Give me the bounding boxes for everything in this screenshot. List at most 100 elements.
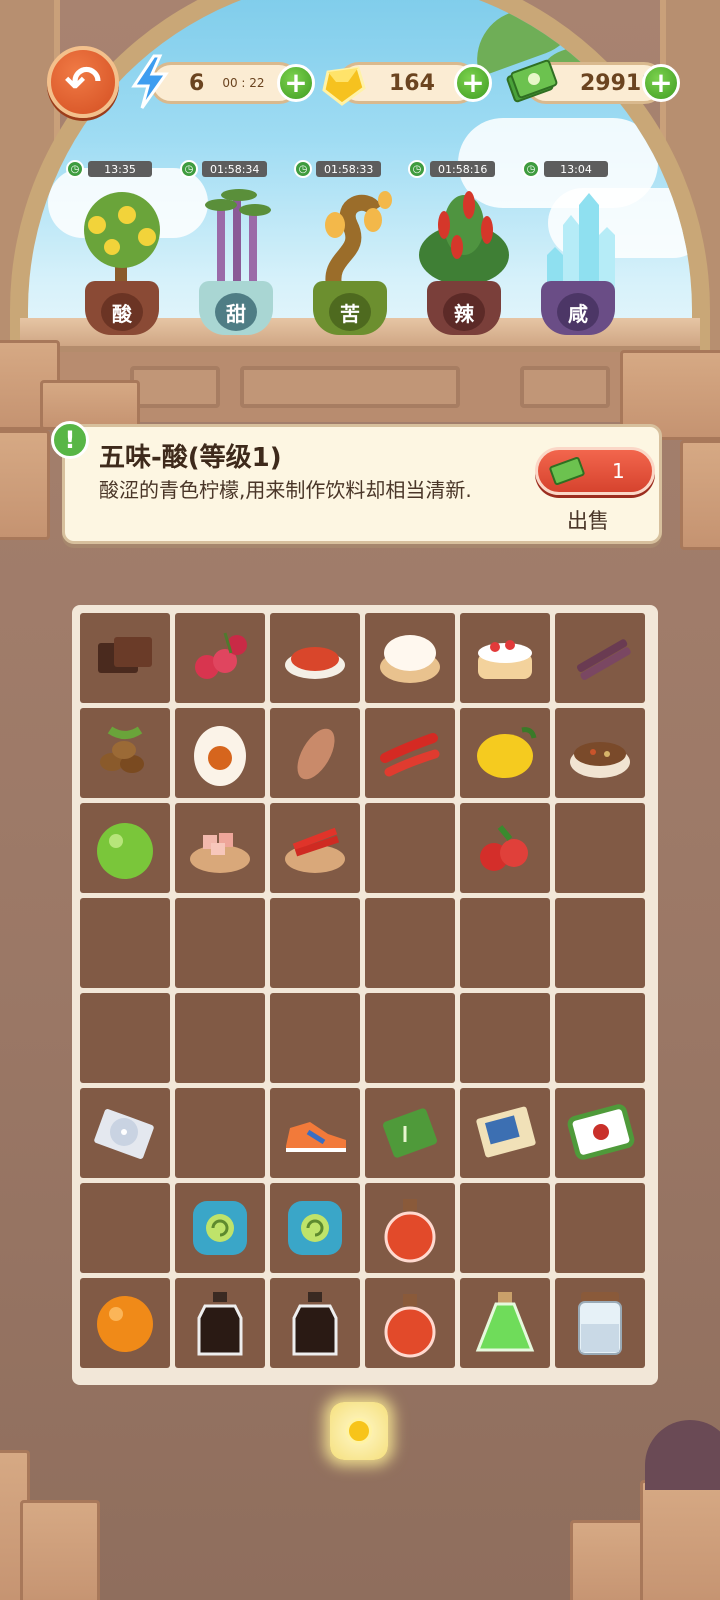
cash-add-button[interactable]: + [642, 64, 680, 102]
inventory-slot[interactable] [365, 708, 455, 798]
clock-icon: ◷ [180, 160, 198, 178]
lychee-icon[interactable] [185, 623, 255, 693]
green-potion-icon[interactable] [470, 1288, 540, 1358]
inventory-slot[interactable] [460, 613, 550, 703]
diced-meat-icon[interactable] [185, 813, 255, 883]
inventory-slot[interactable] [175, 613, 265, 703]
inventory-slot[interactable] [460, 898, 550, 988]
sugarcane-plant-icon [205, 189, 271, 290]
inventory-slot[interactable] [270, 898, 360, 988]
inventory-slot[interactable] [365, 898, 455, 988]
inventory-slot[interactable] [270, 803, 360, 893]
red-potion-icon[interactable] [375, 1288, 445, 1358]
salt-jar-icon[interactable] [565, 1288, 635, 1358]
inventory-slot[interactable] [270, 1088, 360, 1178]
inventory-slot[interactable] [365, 1088, 455, 1178]
inventory-slot[interactable] [555, 613, 645, 703]
inventory-slot[interactable] [555, 708, 645, 798]
fried-egg-drop[interactable] [330, 1402, 388, 1460]
inventory-slot[interactable] [270, 708, 360, 798]
chili-powder-icon[interactable] [280, 623, 350, 693]
gem-add-button[interactable]: + [454, 64, 492, 102]
inventory-slot[interactable] [365, 993, 455, 1083]
inventory-slot[interactable] [460, 803, 550, 893]
inventory-slot[interactable] [80, 898, 170, 988]
inventory-slot[interactable] [365, 613, 455, 703]
inventory-slot[interactable] [270, 993, 360, 1083]
inventory-slot[interactable] [460, 1088, 550, 1178]
green-notebook-icon[interactable] [375, 1098, 445, 1168]
inventory-slot[interactable] [460, 1183, 550, 1273]
red-chili-icon[interactable] [375, 718, 445, 788]
energy-add-button[interactable]: + [277, 64, 315, 102]
inventory-slot[interactable] [175, 1278, 265, 1368]
inventory-slot[interactable] [555, 993, 645, 1083]
inventory-slot[interactable] [555, 1088, 645, 1178]
plant-sweet-sugarcane[interactable]: 甜 [181, 185, 291, 335]
mahjong-tile-icon[interactable] [565, 1098, 635, 1168]
back-arrow-icon: ↶ [64, 56, 102, 108]
hawthorn-icon[interactable] [470, 813, 540, 883]
plant-salty-crystal[interactable]: 咸 [523, 185, 633, 335]
item-title: 五味-酸(等级1) [99, 443, 282, 473]
cd-disc-icon[interactable] [90, 1098, 160, 1168]
sneaker-icon[interactable] [280, 1098, 350, 1168]
gem-value: 164 [389, 70, 435, 96]
plant-sour-lemon-tree[interactable]: 酸 [67, 185, 177, 335]
spice-bowl-icon[interactable] [565, 718, 635, 788]
crystal-plant-icon [547, 193, 615, 290]
inventory-slot[interactable] [80, 803, 170, 893]
chili-bowl-icon[interactable] [280, 813, 350, 883]
plant-spicy-chili[interactable]: 辣 [409, 185, 519, 335]
soy-sauce-bottle-icon[interactable] [185, 1288, 255, 1358]
inventory-slot[interactable] [460, 1278, 550, 1368]
inventory-slot[interactable] [80, 1278, 170, 1368]
orange-orb-icon[interactable] [90, 1288, 160, 1358]
inventory-slot[interactable] [80, 1183, 170, 1273]
plant-timer-text: 01:58:16 [430, 161, 496, 177]
sugarcane-icon[interactable] [565, 623, 635, 693]
inventory-slot[interactable] [270, 1183, 360, 1273]
sell-button[interactable]: 1 [535, 447, 655, 495]
pot-label: 酸 [101, 293, 143, 331]
inventory-slot[interactable] [555, 1278, 645, 1368]
inventory-slot[interactable] [270, 613, 360, 703]
inventory-slot[interactable] [555, 803, 645, 893]
inventory-slot[interactable] [175, 708, 265, 798]
coffee-beans-icon[interactable] [90, 718, 160, 788]
plant-bitter-tree[interactable]: 苦 [295, 185, 405, 335]
inventory-slot[interactable] [555, 1183, 645, 1273]
inventory-slot[interactable] [80, 708, 170, 798]
inventory-slot[interactable] [80, 993, 170, 1083]
plant-timer-bitter: ◷ 01:58:33 [294, 160, 382, 178]
green-snail-token-icon[interactable] [280, 1193, 350, 1263]
item-info-panel: ! 五味-酸(等级1) 酸涩的青色柠檬,用来制作饮料却相当清新. 1 出售 [51, 421, 662, 544]
soy-sauce-bottle-icon[interactable] [280, 1288, 350, 1358]
inventory-slot[interactable] [460, 993, 550, 1083]
inventory-slot[interactable] [175, 803, 265, 893]
inventory-slot[interactable] [175, 1088, 265, 1178]
red-potion-icon[interactable] [375, 1193, 445, 1263]
inventory-slot[interactable] [555, 898, 645, 988]
lemon-icon[interactable] [470, 718, 540, 788]
pot: 辣 [427, 281, 501, 335]
strawberry-cake-icon[interactable] [470, 623, 540, 693]
inventory-slot[interactable] [80, 613, 170, 703]
chocolate-icon[interactable] [90, 623, 160, 693]
lime-icon[interactable] [90, 813, 160, 883]
green-snail-token-icon[interactable] [185, 1193, 255, 1263]
inventory-slot[interactable] [175, 898, 265, 988]
back-button[interactable]: ↶ [47, 46, 119, 118]
inventory-slot[interactable] [80, 1088, 170, 1178]
inventory-slot[interactable] [270, 1278, 360, 1368]
inventory-slot[interactable] [175, 1183, 265, 1273]
inventory-slot[interactable] [365, 1183, 455, 1273]
inventory-slot[interactable] [365, 803, 455, 893]
salted-egg-icon[interactable] [185, 718, 255, 788]
cream-puff-icon[interactable] [375, 623, 445, 693]
inventory-slot[interactable] [460, 708, 550, 798]
inventory-slot[interactable] [175, 993, 265, 1083]
trading-card-icon[interactable] [470, 1098, 540, 1168]
dried-fish-icon[interactable] [280, 718, 350, 788]
inventory-slot[interactable] [365, 1278, 455, 1368]
